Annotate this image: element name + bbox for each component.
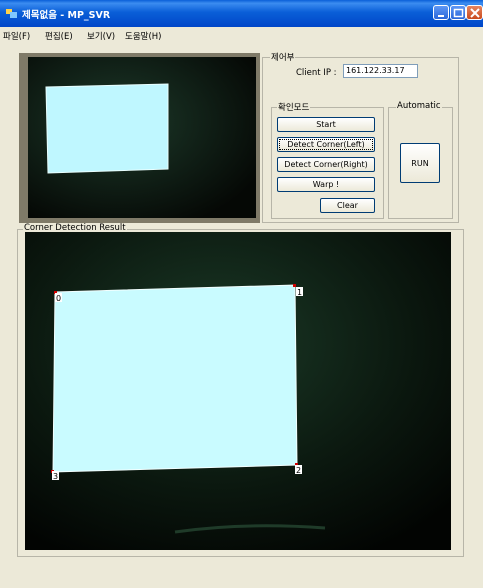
detect-corner-left-button[interactable]: Detect Corner(Left)	[277, 137, 375, 152]
menu-help[interactable]: 도움말(H)	[125, 30, 161, 42]
app-window-icon	[6, 9, 17, 18]
minimize-icon	[438, 15, 444, 17]
maximize-button[interactable]	[450, 5, 466, 20]
corner-label-1: 1	[297, 288, 302, 297]
window-title: 제목없음 - MP_SVR	[22, 10, 111, 21]
check-mode-group-label: 확인모드	[277, 101, 311, 113]
detect-corner-right-button[interactable]: Detect Corner(Right)	[277, 157, 375, 172]
automatic-group-label: Automatic	[396, 101, 442, 111]
corner-label-3: 3	[53, 472, 58, 481]
menu-view[interactable]: 보기(V)	[87, 30, 115, 42]
run-button[interactable]: RUN	[400, 143, 440, 183]
minimize-button[interactable]	[433, 5, 449, 20]
corner-detection-result-image: 0 1 2 3	[25, 232, 451, 550]
corner-label-0: 0	[56, 294, 61, 303]
close-button[interactable]	[466, 5, 483, 20]
title-bar: 제목없음 - MP_SVR	[0, 0, 483, 27]
menu-bar: 파일(F) 편집(E) 보기(V) 도움말(H)	[0, 27, 483, 42]
menu-edit[interactable]: 편집(E)	[45, 30, 73, 42]
clear-button[interactable]: Clear	[320, 198, 375, 213]
warp-button[interactable]: Warp !	[277, 177, 375, 192]
menu-file[interactable]: 파일(F)	[3, 30, 30, 42]
corner-label-2: 2	[296, 466, 301, 475]
client-ip-input[interactable]: 161.122.33.17	[343, 64, 418, 78]
camera-preview-image	[28, 57, 256, 218]
start-button[interactable]: Start	[277, 117, 375, 132]
close-icon	[470, 8, 480, 18]
corner-marker-1	[293, 284, 296, 287]
maximize-icon	[453, 8, 464, 18]
client-ip-label: Client IP :	[296, 68, 337, 78]
control-group-label: 제어부	[270, 51, 296, 63]
